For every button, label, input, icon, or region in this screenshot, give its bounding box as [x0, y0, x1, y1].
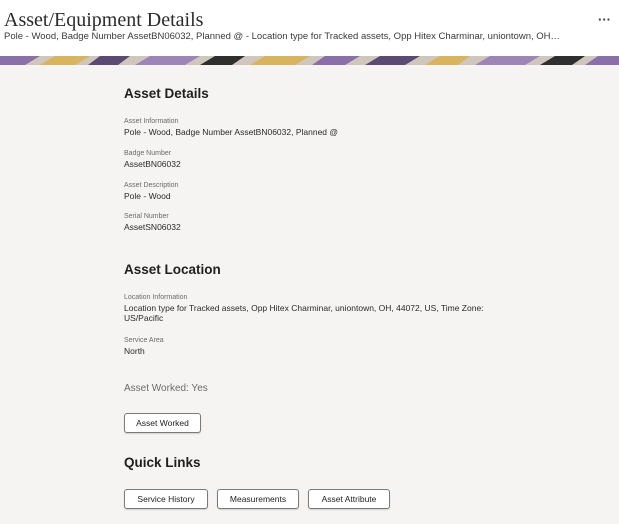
quick-links-heading: Quick Links — [124, 455, 201, 470]
serial-number-label: Serial Number — [124, 213, 169, 220]
badge-number-label: Badge Number — [124, 150, 172, 157]
service-area-label: Service Area — [124, 337, 164, 344]
badge-number-value: AssetBN06032 — [124, 159, 181, 169]
service-area-value: North — [124, 346, 145, 356]
measurements-button[interactable]: Measurements — [217, 489, 299, 509]
asset-worked-button[interactable]: Asset Worked — [124, 413, 201, 433]
asset-worked-status: Asset Worked: Yes — [124, 383, 208, 394]
serial-number-value: AssetSN06032 — [124, 222, 181, 232]
page-subtitle: Pole - Wood, Badge Number AssetBN06032, … — [4, 31, 561, 42]
asset-details-heading: Asset Details — [124, 86, 209, 101]
more-options-icon[interactable]: ··· — [598, 12, 611, 27]
asset-attribute-button[interactable]: Asset Attribute — [308, 489, 390, 509]
location-information-value: Location type for Tracked assets, Opp Hi… — [124, 303, 484, 323]
location-information-label: Location Information — [124, 294, 188, 301]
asset-information-value: Pole - Wood, Badge Number AssetBN06032, … — [124, 127, 339, 137]
page-header: Asset/Equipment Details Pole - Wood, Bad… — [0, 0, 619, 56]
decorative-banner — [0, 56, 619, 65]
service-history-button[interactable]: Service History — [124, 489, 208, 509]
asset-location-heading: Asset Location — [124, 262, 221, 277]
asset-information-label: Asset Information — [124, 118, 179, 125]
asset-description-value: Pole - Wood — [124, 191, 171, 201]
asset-description-label: Asset Description — [124, 182, 179, 189]
page-title: Asset/Equipment Details — [4, 9, 204, 31]
